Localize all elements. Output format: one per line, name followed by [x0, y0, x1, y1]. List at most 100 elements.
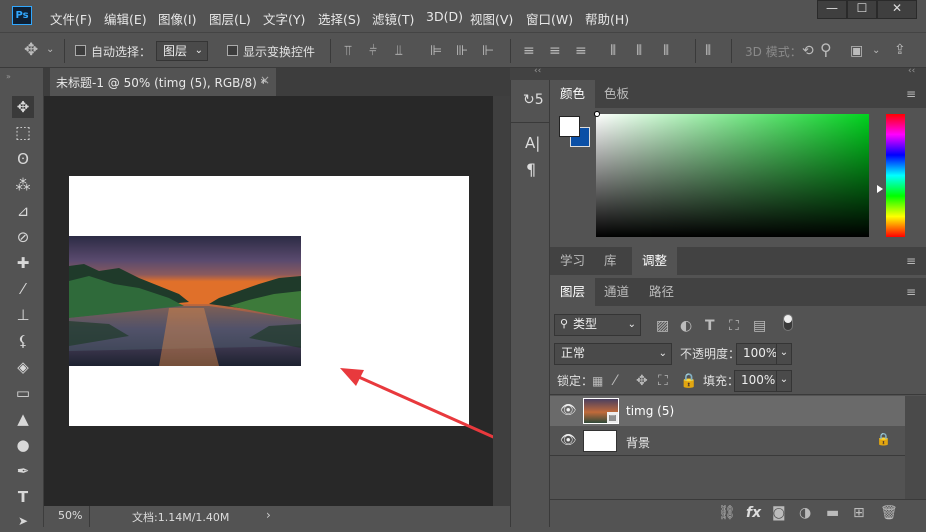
- tab-paths[interactable]: 路径: [639, 278, 684, 306]
- menu-type[interactable]: 文字(Y): [263, 9, 305, 28]
- chevron-down-icon[interactable]: ⌄: [776, 370, 792, 392]
- marquee-tool-icon[interactable]: ⬚: [12, 122, 34, 144]
- zoom-level[interactable]: 50%: [58, 509, 82, 522]
- lock-position-icon[interactable]: ✥: [636, 373, 648, 389]
- tab-color[interactable]: 颜色: [550, 80, 596, 108]
- paragraph-icon[interactable]: ¶: [526, 160, 536, 179]
- character-icon[interactable]: A|: [525, 134, 540, 152]
- distribute-vcenter-icon[interactable]: ≡: [549, 43, 561, 59]
- auto-align-icon[interactable]: ⦀: [705, 43, 711, 59]
- status-menu-arrow[interactable]: ›: [266, 508, 271, 522]
- trash-icon[interactable]: 🗑: [880, 505, 898, 521]
- filter-pixel-icon[interactable]: ▨: [656, 318, 669, 334]
- magic-wand-tool-icon[interactable]: ⁂: [12, 174, 34, 196]
- type-tool-icon[interactable]: T: [12, 486, 34, 508]
- move-tool-icon[interactable]: ✥: [24, 42, 38, 59]
- layer-row-timg[interactable]: 👁 ▤ timg (5): [550, 396, 905, 426]
- 3d-rotate-icon[interactable]: ⟲: [802, 43, 814, 59]
- fx-icon[interactable]: fx: [746, 505, 761, 521]
- color-field[interactable]: [596, 114, 869, 237]
- blur-tool-icon[interactable]: ▲: [12, 408, 34, 430]
- auto-select-checkbox[interactable]: [75, 45, 86, 56]
- hue-slider[interactable]: [886, 114, 905, 237]
- tab-learn[interactable]: 学习: [550, 247, 595, 275]
- foreground-color-swatch[interactable]: [559, 116, 580, 137]
- align-left-icon[interactable]: ⊫: [430, 43, 442, 59]
- eraser-tool-icon[interactable]: ◈: [12, 356, 34, 378]
- minimize-button[interactable]: —: [817, 0, 847, 19]
- adjustment-icon[interactable]: ◑: [799, 505, 811, 521]
- filter-smart-object-icon[interactable]: ▤: [753, 318, 766, 334]
- lock-pixels-icon[interactable]: ⁄: [614, 373, 616, 389]
- history-icon[interactable]: ↻5: [523, 92, 544, 108]
- lock-transparent-icon[interactable]: ▦: [592, 373, 603, 389]
- blend-mode-dropdown[interactable]: 正常 ⌄: [554, 343, 672, 365]
- align-top-icon[interactable]: ⫪: [344, 43, 352, 59]
- tab-adjustments[interactable]: 调整: [632, 247, 678, 275]
- vertical-scrollbar[interactable]: [493, 96, 510, 506]
- filter-shape-icon[interactable]: ⛶: [729, 318, 739, 334]
- filter-toggle[interactable]: [783, 314, 793, 331]
- distribute-bottom-icon[interactable]: ≡: [575, 43, 587, 59]
- panel-menu-icon[interactable]: ≡: [906, 254, 916, 268]
- distribute-right-icon[interactable]: ⦀: [663, 43, 669, 59]
- layer-name[interactable]: timg (5): [626, 404, 674, 418]
- close-tab-icon[interactable]: ×: [260, 73, 270, 87]
- workspace-icon[interactable]: ▣: [850, 43, 863, 59]
- chevron-down-icon[interactable]: ⌄: [872, 43, 880, 59]
- menu-help[interactable]: 帮助(H): [585, 9, 629, 28]
- gradient-tool-icon[interactable]: ▭: [12, 382, 34, 404]
- align-vcenter-icon[interactable]: ⫩: [369, 43, 377, 59]
- distribute-top-icon[interactable]: ≡: [523, 43, 535, 59]
- layer-row-background[interactable]: 👁 背景 🔒: [550, 426, 905, 456]
- lock-artboard-icon[interactable]: ⛶: [658, 373, 668, 389]
- hue-slider-handle[interactable]: [877, 185, 883, 193]
- close-window-button[interactable]: ✕: [877, 0, 917, 19]
- history-brush-tool-icon[interactable]: ⚸: [12, 330, 34, 352]
- menu-image[interactable]: 图像(I): [158, 9, 196, 28]
- collapse-icon[interactable]: ‹‹: [908, 66, 915, 76]
- align-bottom-icon[interactable]: ⫫: [395, 43, 403, 59]
- chevron-down-icon[interactable]: ⌄: [776, 343, 792, 365]
- tab-layers[interactable]: 图层: [550, 278, 596, 306]
- chevron-down-icon[interactable]: ⌄: [46, 42, 54, 58]
- stamp-tool-icon[interactable]: ⊥: [12, 304, 34, 326]
- search-icon[interactable]: ⚲: [820, 42, 832, 58]
- healing-brush-tool-icon[interactable]: ✚: [12, 252, 34, 274]
- color-picker-cursor[interactable]: [594, 111, 600, 117]
- expand-icon[interactable]: »: [6, 72, 11, 81]
- tab-swatches[interactable]: 色板: [594, 80, 639, 108]
- menu-window[interactable]: 窗口(W): [526, 9, 573, 28]
- group-icon[interactable]: ▬: [826, 505, 839, 521]
- layer-image-sunset-river[interactable]: [69, 236, 301, 366]
- pen-tool-icon[interactable]: ✒: [12, 460, 34, 482]
- new-layer-icon[interactable]: ⊞: [853, 505, 865, 521]
- align-right-icon[interactable]: ⊩: [482, 43, 494, 59]
- align-hcenter-icon[interactable]: ⊪: [456, 43, 468, 59]
- distribute-hcenter-icon[interactable]: ⦀: [636, 43, 642, 59]
- menu-filter[interactable]: 滤镜(T): [372, 9, 414, 28]
- eyedropper-tool-icon[interactable]: ⊘: [12, 226, 34, 248]
- link-icon[interactable]: ⛓: [718, 505, 736, 521]
- auto-select-dropdown[interactable]: 图层 ⌄: [156, 41, 208, 61]
- layer-filter-kind-dropdown[interactable]: ⚲ 类型 ⌄: [554, 314, 641, 336]
- tab-channels[interactable]: 通道: [594, 278, 639, 306]
- menu-select[interactable]: 选择(S): [318, 9, 361, 28]
- brush-tool-icon[interactable]: ⁄: [12, 278, 34, 300]
- maximize-button[interactable]: ☐: [847, 0, 877, 19]
- document-tab[interactable]: 未标题-1 @ 50% (timg (5), RGB/8) * ×: [50, 68, 276, 96]
- collapse-icon[interactable]: ‹‹: [534, 66, 541, 76]
- share-icon[interactable]: ⇪: [894, 42, 906, 58]
- eye-icon[interactable]: 👁: [560, 433, 577, 448]
- panel-menu-icon[interactable]: ≡: [906, 87, 916, 101]
- show-transform-checkbox[interactable]: [227, 45, 238, 56]
- menu-file[interactable]: 文件(F): [50, 9, 92, 28]
- filter-type-icon[interactable]: T: [705, 318, 715, 334]
- filter-adjustment-icon[interactable]: ◐: [680, 318, 692, 334]
- tab-libraries[interactable]: 库: [594, 247, 627, 275]
- dodge-tool-icon[interactable]: ●: [12, 434, 34, 456]
- panel-menu-icon[interactable]: ≡: [906, 285, 916, 299]
- mask-icon[interactable]: ◙: [772, 505, 786, 521]
- path-selection-tool-icon[interactable]: ➤: [12, 510, 34, 532]
- menu-view[interactable]: 视图(V): [470, 9, 513, 28]
